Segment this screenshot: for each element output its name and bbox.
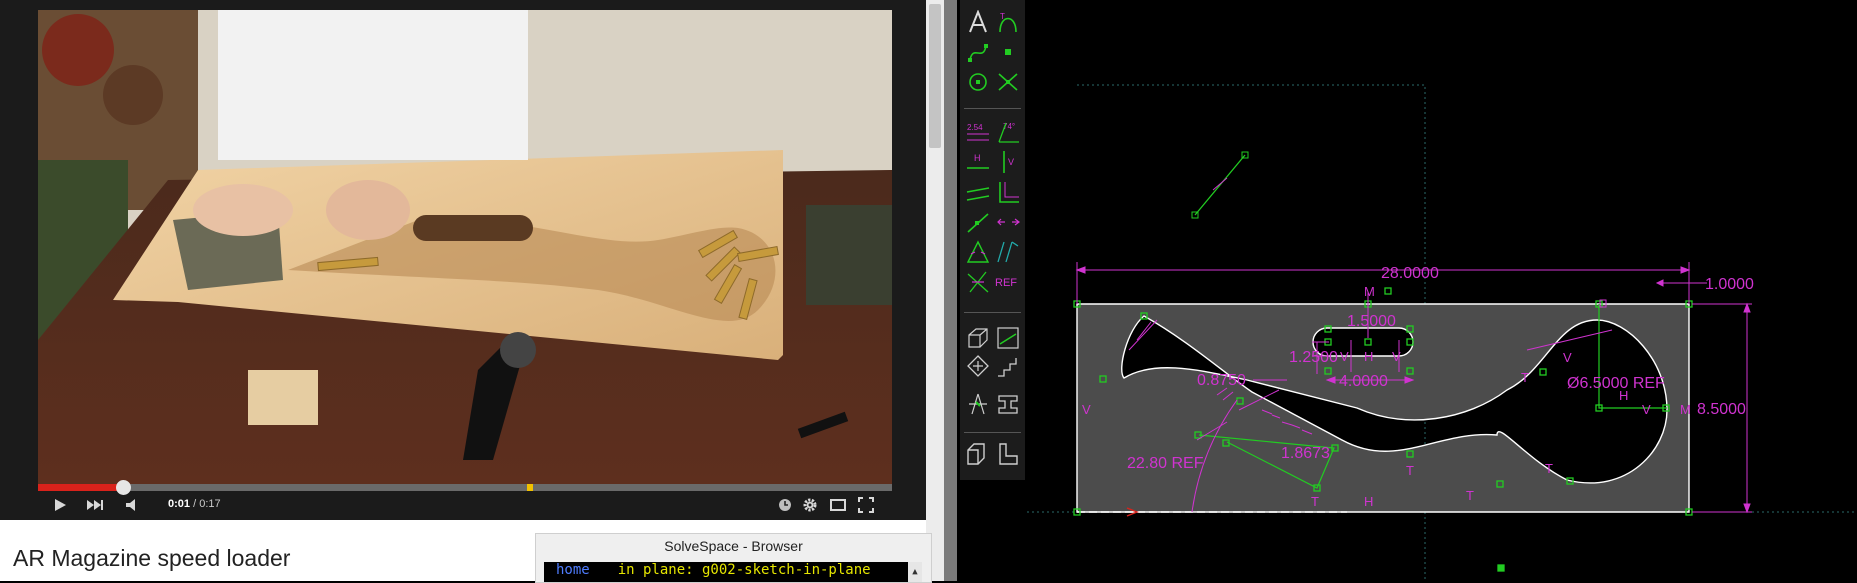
svg-text:REF: REF (995, 277, 1017, 289)
video-title: AR Magazine speed loader (13, 545, 291, 571)
point-on-line-icon[interactable] (964, 208, 991, 235)
page-scrollbar[interactable] (926, 0, 944, 581)
speed-loader-profile[interactable] (1076, 303, 1690, 513)
vertical-label[interactable]: V (1340, 349, 1349, 364)
sketch-in-plane-icon[interactable] (994, 440, 1021, 467)
other-supplementary-icon[interactable] (964, 268, 991, 295)
browser-content: home in plane: g002-sketch-in-plane ▲ (544, 562, 922, 582)
theater-icon[interactable] (828, 494, 848, 516)
tangent-icon[interactable] (994, 238, 1021, 265)
in-plane-text: in plane: g002-sketch-in-plane (617, 562, 871, 578)
slot-width-dimension[interactable]: 1.8673 (1281, 445, 1330, 462)
next-icon[interactable] (84, 494, 106, 516)
duration: / 0:17 (193, 498, 221, 510)
video-player: 0:01 / 0:17 (0, 0, 926, 520)
offset-dimension[interactable]: 1.0000 (1705, 276, 1754, 293)
nearest-isometric-icon[interactable] (964, 352, 991, 379)
split-curves-icon[interactable] (994, 68, 1021, 95)
symmetric-icon[interactable] (994, 208, 1021, 235)
toolbar-separator (964, 312, 1021, 313)
tangent-label[interactable]: T (1311, 494, 1319, 509)
video-frame-image (38, 10, 892, 486)
volume-icon[interactable] (124, 494, 142, 516)
toolbar-separator (964, 108, 1021, 109)
progress-thumb[interactable] (116, 480, 132, 495)
midpoint-label[interactable]: M (1364, 284, 1375, 299)
svg-text:V: V (1008, 157, 1014, 167)
tangent-label[interactable]: T (1545, 461, 1553, 476)
horizontal-label[interactable]: H (1619, 388, 1628, 403)
3d-view-icon[interactable] (964, 324, 991, 351)
height-dimension[interactable]: 8.5000 (1697, 401, 1746, 418)
pocket-diameter-dimension[interactable]: Ø6.5000 REF (1567, 375, 1665, 392)
fullscreen-icon[interactable] (856, 494, 876, 516)
tangent-label[interactable]: T (1466, 488, 1474, 503)
sketch-toolbar: T 2.54 74° H V REF (960, 0, 1025, 480)
vertical-label[interactable]: V (1563, 350, 1572, 365)
vertical-label[interactable]: V (1392, 349, 1401, 364)
horizontal-constraint-icon[interactable]: H (964, 148, 991, 175)
circle-icon[interactable] (964, 68, 991, 95)
midpoint-label[interactable]: M (1680, 402, 1691, 417)
home-link[interactable]: home (556, 562, 590, 578)
player-controls: 0:01 / 0:17 (38, 494, 892, 516)
video-page: 0:01 / 0:17 AR Magazine speed loader Sol… (0, 0, 957, 583)
settings-icon[interactable] (800, 494, 820, 516)
tangent-label[interactable]: T (1521, 370, 1529, 385)
horizontal-label[interactable]: H (1364, 494, 1373, 509)
watch-later-icon[interactable] (776, 494, 794, 516)
progress-marker (527, 484, 534, 491)
svg-text:T: T (1000, 12, 1005, 21)
workplane-view-icon[interactable] (994, 324, 1021, 351)
groove-width-dimension[interactable]: 0.8750 (1197, 372, 1246, 389)
angle-constraint-icon[interactable]: 74° (994, 118, 1021, 145)
video-frame[interactable] (38, 10, 892, 486)
sketch-in-3d-icon[interactable] (964, 440, 991, 467)
distance-constraint-icon[interactable]: 2.54 (964, 118, 991, 145)
current-time: 0:01 (168, 498, 191, 510)
browser-window-title: SolveSpace - Browser (664, 538, 803, 554)
time-display: 0:01 / 0:17 (168, 498, 221, 510)
slot-length-dimension[interactable]: 4.0000 (1339, 373, 1388, 390)
svg-text:H: H (974, 153, 981, 163)
slot-height-dimension[interactable]: 1.2500 (1289, 349, 1338, 366)
ref-toggle-icon[interactable]: REF (994, 268, 1021, 295)
sketch-canvas[interactable]: 28.0000 1.0000 8.5000 1.5000 1.2500 4.00… (1027, 0, 1857, 581)
equal-length-icon[interactable] (964, 238, 991, 265)
point-icon[interactable] (994, 38, 1021, 65)
progress-bar[interactable] (38, 480, 892, 495)
tangent-arc-icon[interactable]: T (994, 8, 1021, 35)
text-icon[interactable] (964, 8, 991, 35)
angle-dimension[interactable]: 22.80 REF (1127, 455, 1204, 472)
tangent-label[interactable]: T (1406, 463, 1414, 478)
step-rotate-icon[interactable] (964, 390, 991, 417)
play-icon[interactable] (50, 494, 70, 516)
horizontal-label[interactable]: H (1364, 349, 1373, 364)
solvespace-browser-window: SolveSpace - Browser home in plane: g002-… (535, 533, 932, 583)
vertical-label[interactable]: V (1082, 402, 1091, 417)
vertical-label[interactable]: V (1642, 402, 1651, 417)
progress-played (38, 484, 124, 491)
browser-scroll-up-icon[interactable]: ▲ (908, 562, 922, 582)
svg-text:2.54: 2.54 (967, 123, 983, 132)
parallel-constraint-icon[interactable] (964, 178, 991, 205)
perpendicular-constraint-icon[interactable] (994, 178, 1021, 205)
vertical-constraint-icon[interactable]: V (994, 148, 1021, 175)
step-translate-icon[interactable] (994, 352, 1021, 379)
construction-segment[interactable] (1191, 151, 1249, 219)
slot-top-dimension[interactable]: 1.5000 (1347, 313, 1396, 330)
bezier-icon[interactable] (964, 38, 991, 65)
extrude-icon[interactable] (994, 390, 1021, 417)
toolbar-separator (964, 432, 1021, 433)
solvespace-window: T 2.54 74° H V REF 28.0000 1.0000 8.5000… (957, 0, 1857, 581)
window-divider (944, 0, 957, 581)
width-dimension[interactable]: 28.0000 (1381, 265, 1439, 282)
scrollbar-thumb[interactable] (929, 4, 941, 148)
